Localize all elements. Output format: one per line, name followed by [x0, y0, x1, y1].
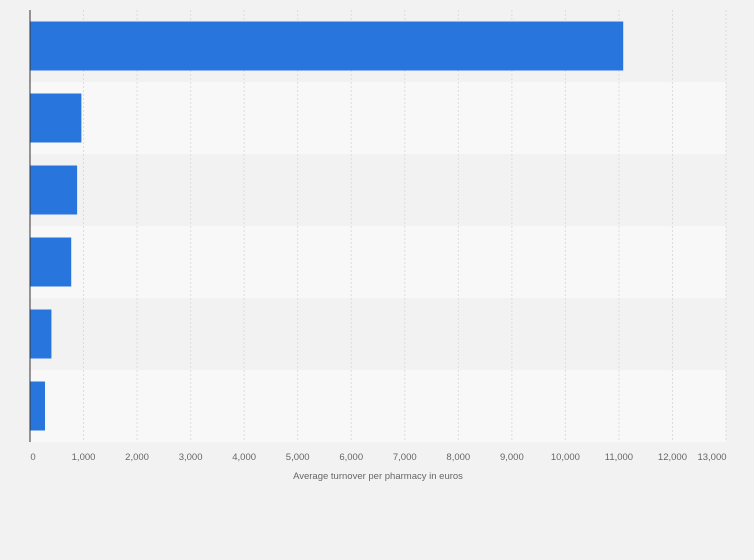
x-tick-label: 5,000 — [286, 452, 310, 463]
x-tick-label: 0 — [30, 452, 35, 463]
bar — [30, 381, 45, 431]
row-band — [30, 82, 726, 154]
x-tick-label: 13,000 — [697, 452, 726, 463]
row-band — [30, 370, 726, 442]
row-band — [30, 226, 726, 298]
row-band — [30, 154, 726, 226]
x-tick-label: 2,000 — [125, 452, 149, 463]
x-tick-label: 6,000 — [339, 452, 363, 463]
x-tick-label: 4,000 — [232, 452, 256, 463]
x-tick-label: 12,000 — [658, 452, 687, 463]
x-tick-label: 3,000 — [179, 452, 203, 463]
x-tick-label: 7,000 — [393, 452, 417, 463]
x-tick-label: 1,000 — [72, 452, 96, 463]
x-tick-labels: 0 1,000 2,000 3,000 4,000 5,000 6,000 7,000 8,00… — [30, 452, 726, 463]
bar — [30, 237, 72, 287]
bar — [30, 93, 82, 143]
bar — [30, 21, 624, 71]
bar — [30, 309, 52, 359]
x-tick-label: 11,000 — [605, 452, 633, 463]
bar — [30, 165, 78, 215]
x-tick-label: 9,000 — [500, 452, 524, 463]
x-axis-title: Average turnover per pharmacy in euros — [293, 471, 463, 482]
x-tick-label: 10,000 — [551, 452, 580, 463]
x-tick-label: 8,000 — [446, 452, 470, 463]
bar-chart: 0 1,000 2,000 3,000 4,000 5,000 6,000 7,000 8,00… — [29, 10, 727, 482]
row-band — [30, 298, 726, 370]
row-bands — [30, 10, 726, 442]
